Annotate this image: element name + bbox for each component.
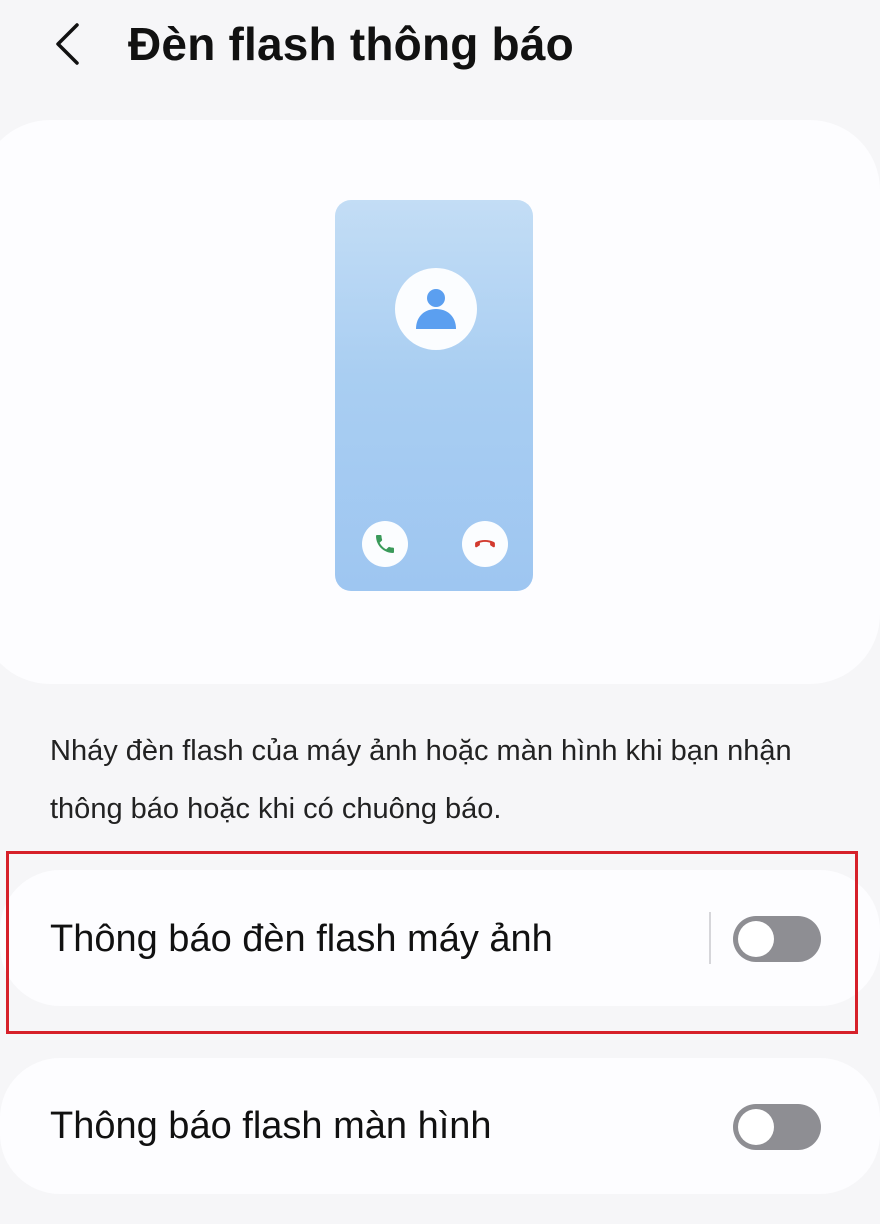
incoming-call-illustration [335,200,533,591]
camera-flash-notification-row[interactable]: Thông báo đèn flash máy ảnh [0,870,880,1006]
decline-call-button [462,521,508,567]
toggle-knob [738,921,774,957]
back-button[interactable] [40,14,96,74]
screen-flash-notification-label: Thông báo flash màn hình [50,1105,492,1147]
person-icon [416,289,456,329]
avatar [395,268,477,350]
camera-flash-notification-toggle[interactable] [733,916,821,962]
phone-accept-icon [376,535,394,553]
notification-flash-page: Đèn flash thông báo Nháy đèn flash của m… [0,0,880,1224]
screen-flash-notification-toggle[interactable] [733,1104,821,1150]
app-bar: Đèn flash thông báo [0,0,880,92]
accept-call-button [362,521,408,567]
feature-description: Nháy đèn flash của máy ảnh hoặc màn hình… [50,735,792,825]
illustration-card [0,120,880,684]
camera-flash-notification-label: Thông báo đèn flash máy ảnh [50,918,553,960]
page-title: Đèn flash thông báo [128,18,574,70]
row-divider [709,912,711,964]
toggle-knob [738,1109,774,1145]
screen-flash-notification-row[interactable]: Thông báo flash màn hình [0,1058,880,1194]
phone-decline-icon [475,540,495,548]
chevron-left-icon [56,23,79,65]
